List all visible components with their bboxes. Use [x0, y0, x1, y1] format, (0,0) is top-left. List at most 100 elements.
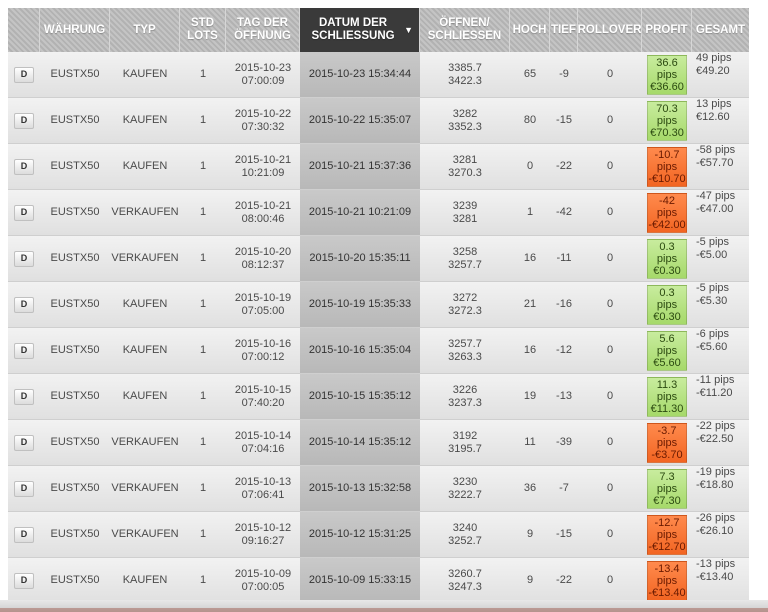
column-header-low[interactable]: TIEF [550, 8, 578, 52]
detail-button[interactable]: D [14, 250, 34, 267]
detail-cell: D [8, 282, 40, 327]
detail-button[interactable]: D [14, 66, 34, 83]
open-time: 08:12:37 [241, 258, 285, 271]
close-price: 3270.3 [448, 166, 482, 179]
lots-cell: 1 [199, 528, 207, 540]
profit-badge: 70.3 pips €70.30 [647, 100, 687, 141]
open-date: 2015-10-22 [234, 107, 292, 120]
open-close-cell: 3230 3222.7 [420, 466, 510, 511]
table-row: D EUSTX50 VERKAUFEN 1 2015-10-14 07:04:1… [8, 420, 749, 466]
currency-cell: EUSTX50 [50, 252, 100, 264]
profit-eur: -€3.70 [651, 448, 683, 461]
open-close-cell: 3240 3252.7 [420, 512, 510, 557]
profit-pips: 7.3 [659, 470, 675, 483]
detail-button[interactable]: D [14, 434, 34, 451]
open-price: 3281 [452, 153, 478, 166]
profit-badge: 0.3 pips €0.30 [647, 238, 687, 279]
open-close-cell: 3226 3237.3 [420, 374, 510, 419]
detail-cell: D [8, 236, 40, 281]
open-date-cell: 2015-10-21 10:21:09 [226, 144, 300, 189]
total-cell: -47 pips -€47.00 [692, 190, 749, 235]
type-cell: VERKAUFEN [111, 206, 179, 218]
lots-cell: 1 [199, 114, 207, 126]
lots-cell: 1 [199, 344, 207, 356]
column-header-lots[interactable]: STD LOTS [180, 8, 226, 52]
profit-cell: 70.3 pips €70.30 [642, 98, 692, 143]
profit-cell: 11.3 pips €11.30 [642, 374, 692, 419]
open-price: 3272 [452, 291, 478, 304]
type-cell: KAUFEN [122, 574, 168, 586]
column-header-open-date[interactable]: TAG DER ÖFFNUNG [226, 8, 300, 52]
close-date-cell: 2015-10-23 15:34:44 [300, 52, 420, 97]
lots-cell: 1 [199, 574, 207, 586]
open-price: 3258 [452, 245, 478, 258]
currency-cell: EUSTX50 [50, 528, 100, 540]
table-body: D EUSTX50 KAUFEN 1 2015-10-23 07:00:09 2… [8, 52, 749, 604]
column-header-total[interactable]: GESAMT [692, 8, 749, 52]
detail-cell: D [8, 190, 40, 235]
profit-cell: 0.3 pips €0.30 [642, 236, 692, 281]
detail-button[interactable]: D [14, 112, 34, 129]
close-price: 3352.3 [448, 120, 482, 133]
profit-pips: -10.7 [654, 148, 680, 161]
profit-unit: pips [656, 344, 678, 357]
profit-eur: €70.30 [650, 126, 684, 139]
total-pips: 49 pips [696, 52, 732, 64]
profit-cell: -42 pips -€42.00 [642, 190, 692, 235]
low-cell: -16 [556, 298, 572, 310]
rollover-cell: 0 [606, 160, 614, 172]
detail-button[interactable]: D [14, 526, 34, 543]
close-price: 3272.3 [448, 304, 482, 317]
high-cell: 21 [523, 298, 537, 310]
column-header-currency[interactable]: WÄHRUNG [40, 8, 110, 52]
lots-cell: 1 [199, 298, 207, 310]
detail-button[interactable]: D [14, 572, 34, 589]
detail-button[interactable]: D [14, 296, 34, 313]
column-header-profit[interactable]: PROFIT [642, 8, 692, 52]
currency-cell: EUSTX50 [50, 68, 100, 80]
detail-button[interactable]: D [14, 204, 34, 221]
open-time: 09:16:27 [241, 534, 285, 547]
open-date-cell: 2015-10-19 07:05:00 [226, 282, 300, 327]
profit-pips: -3.7 [657, 424, 677, 437]
column-header-type[interactable]: TYP [110, 8, 180, 52]
profit-cell: 36.6 pips €36.60 [642, 52, 692, 97]
close-date-cell: 2015-10-13 15:32:58 [300, 466, 420, 511]
column-header-open-close[interactable]: ÖFFNEN/ SCHLIESSEN [420, 8, 510, 52]
currency-cell: EUSTX50 [50, 344, 100, 356]
lots-cell: 1 [199, 160, 207, 172]
open-date: 2015-10-20 [234, 245, 292, 258]
profit-cell: -13.4 pips -€13.40 [642, 558, 692, 603]
type-cell: KAUFEN [122, 160, 168, 172]
table-row: D EUSTX50 VERKAUFEN 1 2015-10-12 09:16:2… [8, 512, 749, 558]
open-price: 3260.7 [448, 567, 482, 580]
column-header-high[interactable]: HOCH [510, 8, 550, 52]
table-row: D EUSTX50 KAUFEN 1 2015-10-16 07:00:12 2… [8, 328, 749, 374]
column-header-detail [8, 8, 40, 52]
total-cell: -5 pips -€5.00 [692, 236, 749, 281]
currency-cell: EUSTX50 [50, 206, 100, 218]
column-header-rollover[interactable]: ROLLOVER [578, 8, 642, 52]
total-eur: €49.20 [696, 65, 730, 77]
high-cell: 1 [526, 206, 534, 218]
table-header: WÄHRUNG TYP STD LOTS TAG DER ÖFFNUNG DAT… [8, 8, 749, 52]
rollover-cell: 0 [606, 206, 614, 218]
total-cell: -5 pips -€5.30 [692, 282, 749, 327]
profit-badge: 11.3 pips €11.30 [647, 376, 687, 417]
detail-button[interactable]: D [14, 158, 34, 175]
profit-eur: €5.60 [653, 356, 681, 369]
detail-button[interactable]: D [14, 480, 34, 497]
total-eur: -€18.80 [696, 479, 734, 491]
total-pips: -5 pips [696, 236, 730, 248]
detail-cell: D [8, 328, 40, 373]
profit-unit: pips [656, 390, 678, 403]
profit-badge: 36.6 pips €36.60 [647, 54, 687, 95]
detail-button[interactable]: D [14, 342, 34, 359]
open-close-cell: 3281 3270.3 [420, 144, 510, 189]
detail-button[interactable]: D [14, 388, 34, 405]
close-date-cell: 2015-10-16 15:35:04 [300, 328, 420, 373]
column-header-close-date[interactable]: DATUM DER SCHLIESSUNG ▼ [300, 8, 420, 52]
horizontal-scrollbar[interactable] [0, 600, 768, 612]
profit-eur: -€42.00 [648, 218, 686, 231]
high-cell: 80 [523, 114, 537, 126]
